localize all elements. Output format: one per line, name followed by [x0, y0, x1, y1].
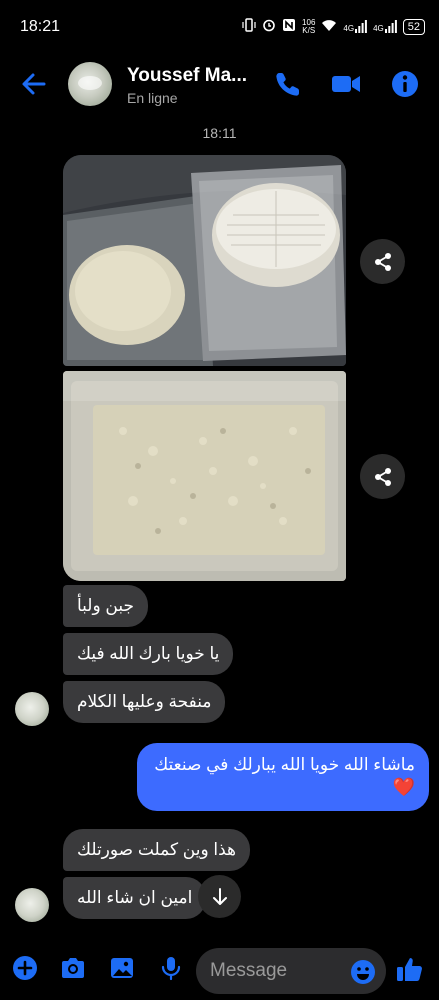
message-timestamp: 18:11 — [202, 125, 237, 141]
arrow-down-icon — [212, 887, 227, 905]
received-message[interactable]: هذا وين كملت صورتلك — [63, 829, 251, 871]
contact-status: En ligne — [127, 90, 178, 106]
crumbled-cheese-image — [63, 371, 346, 581]
status-icons: 106 K/S 4G 4G 52 — [242, 18, 425, 35]
phone-icon — [276, 73, 299, 96]
back-button[interactable] — [18, 68, 50, 100]
cheese-photo-image — [63, 155, 346, 366]
status-time: 18:21 — [20, 18, 61, 35]
video-call-button[interactable] — [330, 68, 362, 100]
thumbs-up-icon — [397, 958, 422, 981]
sent-message-text: ماشاء الله خويا الله يبارلك في صنعتك — [154, 755, 415, 774]
scroll-to-bottom-button[interactable] — [198, 875, 241, 918]
like-button[interactable] — [395, 954, 425, 984]
received-photo-cheese[interactable] — [63, 155, 346, 366]
camera-icon — [62, 958, 84, 978]
camera-button[interactable] — [59, 954, 87, 982]
received-message[interactable]: يا خويا بارك الله فيك — [63, 633, 234, 675]
received-message[interactable]: امين ان شاء الله — [63, 877, 207, 919]
sent-message[interactable]: ماشاء الله خويا الله يبارلك في صنعتك ❤️ — [137, 743, 429, 811]
microphone-icon — [161, 957, 181, 981]
contact-avatar[interactable] — [68, 62, 112, 106]
share-icon — [374, 467, 391, 486]
heart-emoji: ❤️ — [392, 777, 415, 797]
contact-name[interactable]: Youssef Ma... — [127, 65, 247, 87]
info-button[interactable] — [389, 68, 421, 100]
battery-indicator: 52 — [402, 18, 425, 35]
emoji-icon — [351, 960, 375, 984]
net-speed-unit: K/S — [302, 25, 316, 35]
nfc-icon — [282, 18, 296, 35]
share-icon — [374, 252, 391, 271]
alarm-icon — [262, 18, 276, 35]
info-icon — [392, 71, 418, 97]
video-camera-icon — [332, 76, 360, 92]
signal-2-label: 4G — [373, 24, 384, 33]
share-button-photo-2[interactable] — [360, 454, 405, 499]
plus-icon — [13, 956, 37, 980]
net-speed: 106 K/S — [302, 18, 316, 35]
gallery-button[interactable] — [108, 954, 136, 982]
voice-call-button[interactable] — [272, 68, 304, 100]
status-bar: 18:21 106 K/S 4G 4G 52 — [0, 0, 439, 56]
more-actions-button[interactable] — [11, 954, 39, 982]
message-composer — [0, 940, 439, 1000]
chat-header: Youssef Ma... En ligne — [0, 56, 439, 116]
sender-avatar[interactable] — [15, 888, 49, 922]
vibrate-icon — [242, 18, 256, 35]
sender-avatar[interactable] — [15, 692, 49, 726]
voice-message-button[interactable] — [157, 954, 185, 982]
emoji-button[interactable] — [350, 959, 376, 985]
received-message[interactable]: منفحة وعليها الكلام — [63, 681, 226, 723]
wifi-icon — [321, 19, 337, 35]
image-icon — [111, 958, 133, 978]
received-message[interactable]: جبن ولبأ — [63, 585, 149, 627]
share-button-photo-1[interactable] — [360, 239, 405, 284]
signal-icon-1: 4G — [343, 20, 367, 33]
signal-icon-2: 4G — [373, 20, 397, 33]
received-photo-crumbled[interactable] — [63, 371, 346, 581]
back-arrow-icon — [22, 73, 46, 95]
signal-1-label: 4G — [343, 24, 355, 33]
